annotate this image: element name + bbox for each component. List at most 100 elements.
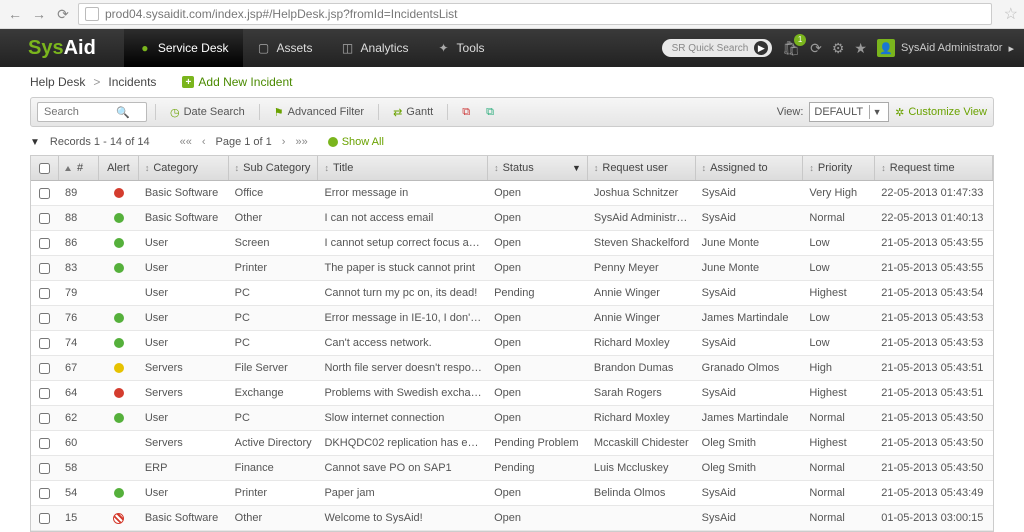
row-checkbox[interactable] <box>39 263 50 274</box>
row-checkbox[interactable] <box>39 488 50 499</box>
select-all-checkbox[interactable] <box>39 163 50 174</box>
col-request-time[interactable]: ↕Request time <box>875 156 993 180</box>
table-row[interactable]: 54UserPrinterPaper jamOpenBelinda OlmosS… <box>31 481 993 506</box>
row-select[interactable] <box>31 413 59 424</box>
crumb-incidents[interactable]: Incidents <box>108 75 156 89</box>
bookmark-star-icon[interactable]: ☆ <box>1004 4 1018 24</box>
row-checkbox[interactable] <box>39 338 50 349</box>
gear-icon[interactable]: ⚙ <box>832 40 845 57</box>
row-select[interactable] <box>31 488 59 499</box>
add-incident-button[interactable]: +Add New Incident <box>182 75 292 89</box>
reload-button[interactable]: ⟳ <box>54 5 72 23</box>
col-id[interactable]: # <box>59 156 99 180</box>
row-select[interactable] <box>31 213 59 224</box>
row-select[interactable] <box>31 363 59 374</box>
table-row[interactable]: 88Basic SoftwareOtherI can not access em… <box>31 206 993 231</box>
row-select[interactable] <box>31 463 59 474</box>
table-row[interactable]: 62UserPCSlow internet connectionOpenRich… <box>31 406 993 431</box>
export-excel-icon[interactable]: ⧉ <box>480 102 500 122</box>
cart-icon[interactable]: 🛍1 <box>782 40 800 57</box>
row-checkbox[interactable] <box>39 463 50 474</box>
col-request-user[interactable]: ↕Request user <box>588 156 696 180</box>
app-logo[interactable]: SysAid <box>0 37 124 60</box>
row-checkbox[interactable] <box>39 388 50 399</box>
forward-button[interactable]: → <box>30 5 48 23</box>
collapse-icon[interactable]: ▼ <box>30 137 40 148</box>
export-pdf-icon[interactable]: ⧉ <box>456 102 476 122</box>
table-row[interactable]: 89Basic SoftwareOfficeError message inOp… <box>31 181 993 206</box>
col-alert[interactable]: Alert <box>99 156 139 180</box>
flag-icon: ⚑ <box>274 106 284 119</box>
cell-assigned: Oleg Smith <box>696 462 804 474</box>
row-select[interactable] <box>31 513 59 524</box>
quick-search-go-icon[interactable]: ▶ <box>754 41 768 55</box>
row-checkbox[interactable] <box>39 313 50 324</box>
row-checkbox[interactable] <box>39 438 50 449</box>
row-checkbox[interactable] <box>39 188 50 199</box>
table-row[interactable]: 15Basic SoftwareOtherWelcome to SysAid!O… <box>31 506 993 531</box>
search-icon[interactable]: 🔍 <box>116 106 130 119</box>
crumb-sep: > <box>93 75 100 89</box>
row-select[interactable] <box>31 388 59 399</box>
table-row[interactable]: 76UserPCError message in IE-10, I don't … <box>31 306 993 331</box>
refresh-icon[interactable]: ⟳ <box>810 40 822 57</box>
customize-view-button[interactable]: ✲Customize View <box>895 106 987 119</box>
page-last-icon[interactable]: »» <box>295 136 307 148</box>
row-checkbox[interactable] <box>39 413 50 424</box>
nav-service-desk[interactable]: ●Service Desk <box>124 29 243 67</box>
table-row[interactable]: 83UserPrinterThe paper is stuck cannot p… <box>31 256 993 281</box>
plus-icon: + <box>182 76 194 88</box>
col-subcategory[interactable]: ↕Sub Category <box>229 156 319 180</box>
row-checkbox[interactable] <box>39 288 50 299</box>
date-search-button[interactable]: ◷Date Search <box>164 102 251 122</box>
table-row[interactable]: 67ServersFile ServerNorth file server do… <box>31 356 993 381</box>
row-checkbox[interactable] <box>39 213 50 224</box>
show-all-button[interactable]: Show All <box>328 136 384 148</box>
row-select[interactable] <box>31 288 59 299</box>
url-bar[interactable]: prod04.sysaidit.com/index.jsp#/HelpDesk.… <box>78 3 992 25</box>
nav-assets[interactable]: ▢Assets <box>243 29 327 67</box>
row-select[interactable] <box>31 188 59 199</box>
table-row[interactable]: 58ERPFinanceCannot save PO on SAP1Pendin… <box>31 456 993 481</box>
crumb-helpdesk[interactable]: Help Desk <box>30 75 85 89</box>
nav-analytics[interactable]: ◫Analytics <box>327 29 423 67</box>
current-user[interactable]: 👤SysAid Administrator▸ <box>877 39 1014 57</box>
row-checkbox[interactable] <box>39 363 50 374</box>
quick-search[interactable]: SR Quick Search▶ <box>662 39 773 57</box>
back-button[interactable]: ← <box>6 5 24 23</box>
col-category[interactable]: ↕Category <box>139 156 229 180</box>
table-row[interactable]: 60ServersActive DirectoryDKHQDC02 replic… <box>31 431 993 456</box>
page-next-icon[interactable]: › <box>282 136 286 148</box>
table-row[interactable]: 79UserPCCannot turn my pc on, its dead!P… <box>31 281 993 306</box>
col-title[interactable]: ↕Title <box>318 156 488 180</box>
cell-request-user: Annie Winger <box>588 312 696 324</box>
filter-down-icon[interactable]: ▼ <box>572 163 581 173</box>
row-select[interactable] <box>31 263 59 274</box>
table-row[interactable]: 74UserPCCan't access network.OpenRichard… <box>31 331 993 356</box>
col-assigned[interactable]: ↕Assigned to <box>696 156 804 180</box>
row-select[interactable] <box>31 238 59 249</box>
table-row[interactable]: 64ServersExchangeProblems with Swedish e… <box>31 381 993 406</box>
row-select[interactable] <box>31 438 59 449</box>
gantt-button[interactable]: ⇄Gantt <box>387 102 439 122</box>
cell-id: 67 <box>59 362 99 374</box>
row-select[interactable] <box>31 313 59 324</box>
col-priority[interactable]: ↕Priority <box>803 156 875 180</box>
nav-tools[interactable]: ✦Tools <box>423 29 499 67</box>
col-select[interactable] <box>31 156 59 180</box>
search-box[interactable]: 🔍 <box>37 102 147 122</box>
cell-time: 22-05-2013 01:47:33 <box>875 187 993 199</box>
search-input[interactable] <box>42 105 116 119</box>
row-checkbox[interactable] <box>39 513 50 524</box>
page-first-icon[interactable]: «« <box>180 136 192 148</box>
table-row[interactable]: 86UserScreenI cannot setup correct focus… <box>31 231 993 256</box>
page-prev-icon[interactable]: ‹ <box>202 136 206 148</box>
advanced-filter-button[interactable]: ⚑Advanced Filter <box>268 102 370 122</box>
row-checkbox[interactable] <box>39 238 50 249</box>
view-select[interactable]: DEFAULT▼ <box>809 102 889 122</box>
row-select[interactable] <box>31 338 59 349</box>
star-icon[interactable]: ★ <box>854 40 867 57</box>
col-status[interactable]: ↕Status▼ <box>488 156 588 180</box>
cell-id: 79 <box>59 287 99 299</box>
notify-badge: 1 <box>794 34 806 46</box>
